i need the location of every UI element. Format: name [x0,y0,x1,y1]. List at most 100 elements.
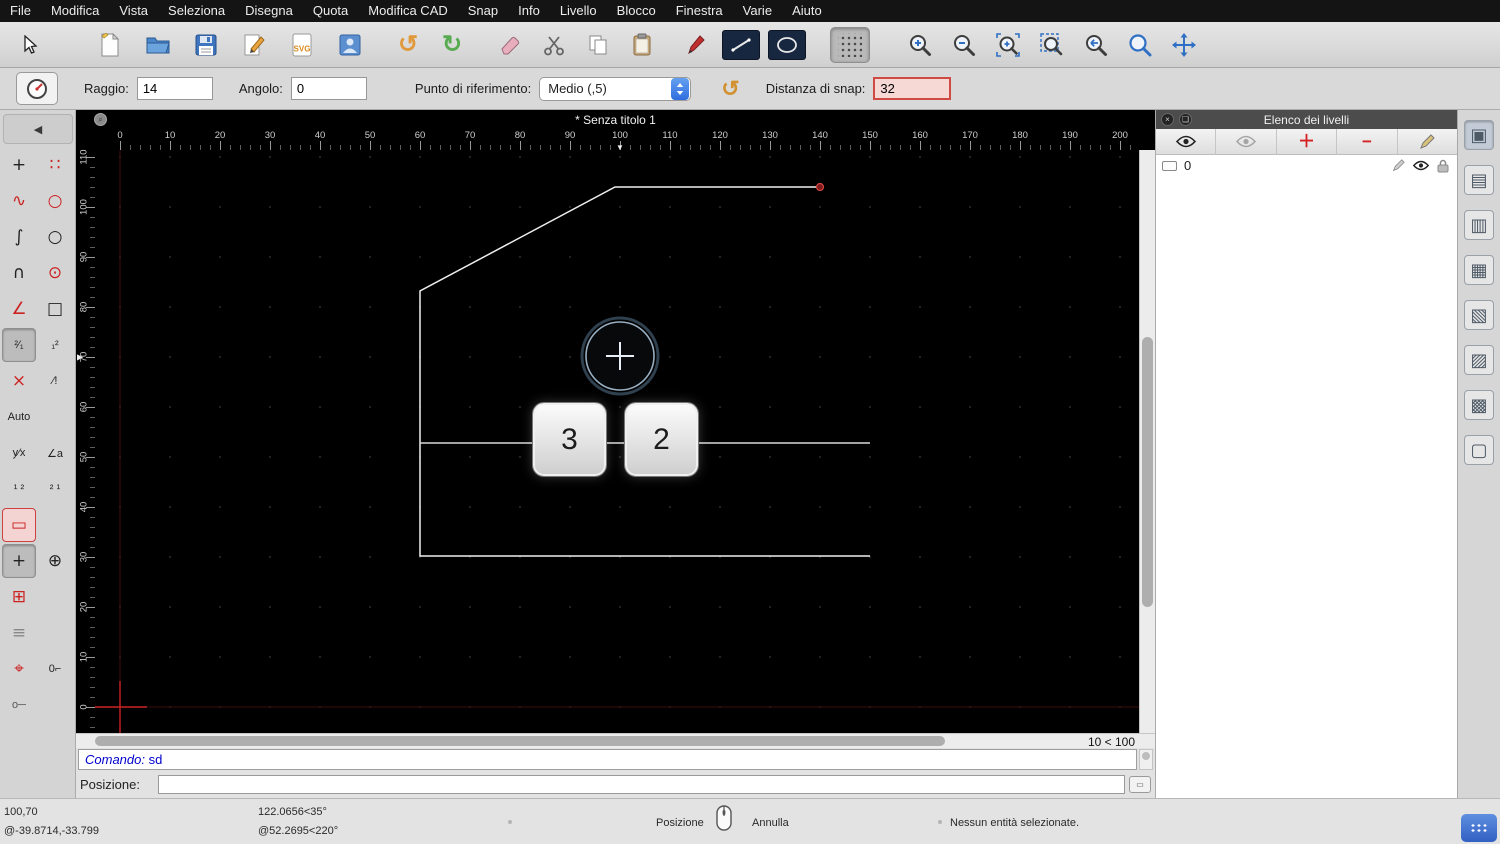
lock-relative-zero-button[interactable]: o─ [2,688,36,722]
show-all-layers-button[interactable] [1156,129,1217,154]
menu-item[interactable]: Snap [458,0,508,22]
menu-item[interactable]: Finestra [666,0,733,22]
relative-zero-0-button[interactable]: 0⌐ [38,652,72,686]
snap-tangential-button[interactable]: ∠ [2,292,36,326]
zoom-previous-button[interactable] [1074,25,1118,65]
panel-block-list-button[interactable]: ▥ [1464,210,1494,240]
position-input[interactable] [158,775,1125,794]
reset-tool-button[interactable]: ↺ [721,76,739,102]
command-scrollbar-thumb[interactable] [1142,752,1150,760]
radius-input[interactable] [136,77,213,100]
zoom-out-button[interactable] [942,25,986,65]
vertical-scrollbar-thumb[interactable] [1142,337,1153,607]
snap-free-button[interactable]: + [2,148,36,182]
panel-view-list-button[interactable]: ▦ [1464,255,1494,285]
undo-button[interactable]: ↺ [386,25,430,65]
menu-item[interactable]: Quota [303,0,358,22]
menu-item[interactable]: Seleziona [158,0,235,22]
snap-endpoints-button[interactable]: ∿ [2,184,36,218]
snap-intersection-manual-button[interactable]: ∕! [38,364,72,398]
cursor-tool-button[interactable] [8,25,52,65]
snap-center-button[interactable]: ⊙ [38,256,72,290]
construction-lines-button[interactable]: ≡ [2,616,36,650]
snap-middle-button[interactable]: ∩ [2,256,36,290]
reference-point-dropdown[interactable]: Medio (,5) [539,76,692,101]
menu-item[interactable]: Varie [733,0,782,22]
zoom-in-button[interactable] [898,25,942,65]
restrict-both-entities-button[interactable]: ₁² [38,328,72,362]
menu-item[interactable]: Disegna [235,0,303,22]
command-history[interactable]: Comando: sd [78,749,1137,770]
layer-visibility-icon[interactable] [1413,160,1429,171]
menu-item[interactable]: Blocco [607,0,666,22]
redo-button[interactable]: ↻ [430,25,474,65]
paste-button[interactable] [620,25,664,65]
horizontal-scrollbar-thumb[interactable] [95,736,945,746]
panel-property-editor-button[interactable]: ▣ [1464,120,1494,150]
vertical-scrollbar[interactable] [1139,150,1155,733]
zoom-window-button[interactable] [1118,25,1162,65]
zoom-auto-button[interactable] [986,25,1030,65]
copy-button[interactable] [576,25,620,65]
grid-toggle-button[interactable] [830,26,870,63]
virtual-keyboard-button[interactable] [1461,814,1497,842]
remove-layer-button[interactable]: − [1337,129,1398,154]
cut-button[interactable] [532,25,576,65]
edit-drawing-button[interactable] [230,25,278,65]
snap-corner-button[interactable]: □ [38,292,72,326]
line-tool-button[interactable] [718,25,764,65]
menu-item[interactable]: Livello [550,0,607,22]
save-button[interactable] [182,25,230,65]
print-preview-button[interactable] [326,25,374,65]
restrict-box-button[interactable]: ▭ [2,508,36,542]
layer-row[interactable]: 0 [1156,155,1457,176]
order-points-21-button[interactable]: ² ¹ [38,472,72,506]
panel-command-line-button[interactable]: ▩ [1464,390,1494,420]
layer-lock-icon[interactable] [1437,159,1449,173]
pan-button[interactable] [1162,25,1206,65]
snap-intersection-button[interactable]: × [2,364,36,398]
active-tool-button[interactable] [16,72,58,105]
layer-edit-icon[interactable] [1392,159,1405,172]
drawing-canvas[interactable]: 3 2 [95,150,1139,733]
svg-export-button[interactable]: SVG [278,25,326,65]
toolbox-collapse-button[interactable]: ◀ [3,114,73,144]
snap-perpendicular-button[interactable]: ∫ [2,220,36,254]
add-layer-button[interactable]: ＋ [1277,129,1338,154]
menu-item[interactable]: Modifica [41,0,109,22]
snap-grid-button[interactable]: ∷ [38,148,72,182]
panel-layer-list-button[interactable]: ▤ [1464,165,1494,195]
panel-selection-filter-button[interactable]: ▧ [1464,300,1494,330]
horizontal-scrollbar[interactable]: 10 < 100 [76,733,1155,749]
open-file-button[interactable] [134,25,182,65]
coordinate-cartesian-button[interactable]: y⁄x [2,436,36,470]
snap-on-entity-button[interactable]: ○ [38,184,72,218]
ellipse-tool-button[interactable] [764,25,810,65]
menu-item[interactable]: Modifica CAD [358,0,457,22]
horizontal-scrollbar-track[interactable] [95,735,1095,747]
menu-item[interactable]: Info [508,0,550,22]
menu-item[interactable]: Vista [109,0,158,22]
panel-library-browser-button[interactable]: ▨ [1464,345,1494,375]
new-document-button[interactable] [86,25,134,65]
menu-item[interactable]: File [0,0,41,22]
restrict-second-entity-button[interactable]: ²⁄₁ [2,328,36,362]
order-points-12-button[interactable]: ¹ ² [2,472,36,506]
coordinate-polar-button[interactable]: ∠a [38,436,72,470]
zoom-selection-button[interactable] [1030,25,1074,65]
hide-all-layers-button[interactable] [1216,129,1277,154]
menu-item[interactable]: Aiuto [782,0,832,22]
set-relative-zero-button[interactable]: ⌖ [2,652,36,686]
snap-auto-button[interactable]: Auto [2,400,36,434]
set-crosshair-button[interactable]: ⊕ [38,544,72,578]
delete-button[interactable] [488,25,532,65]
draw-pen-button[interactable] [674,25,718,65]
command-scrollbar[interactable] [1139,749,1153,770]
edit-layer-button[interactable] [1398,129,1457,154]
set-target-button[interactable]: ⊞ [2,580,36,614]
snap-distance-input[interactable] [873,77,952,100]
snap-reference-button[interactable]: ○ [38,220,72,254]
command-window-button[interactable]: ▭ [1129,776,1151,793]
set-position-button[interactable]: + [2,544,36,578]
panel-clipboard-button[interactable]: ▢ [1464,435,1494,465]
